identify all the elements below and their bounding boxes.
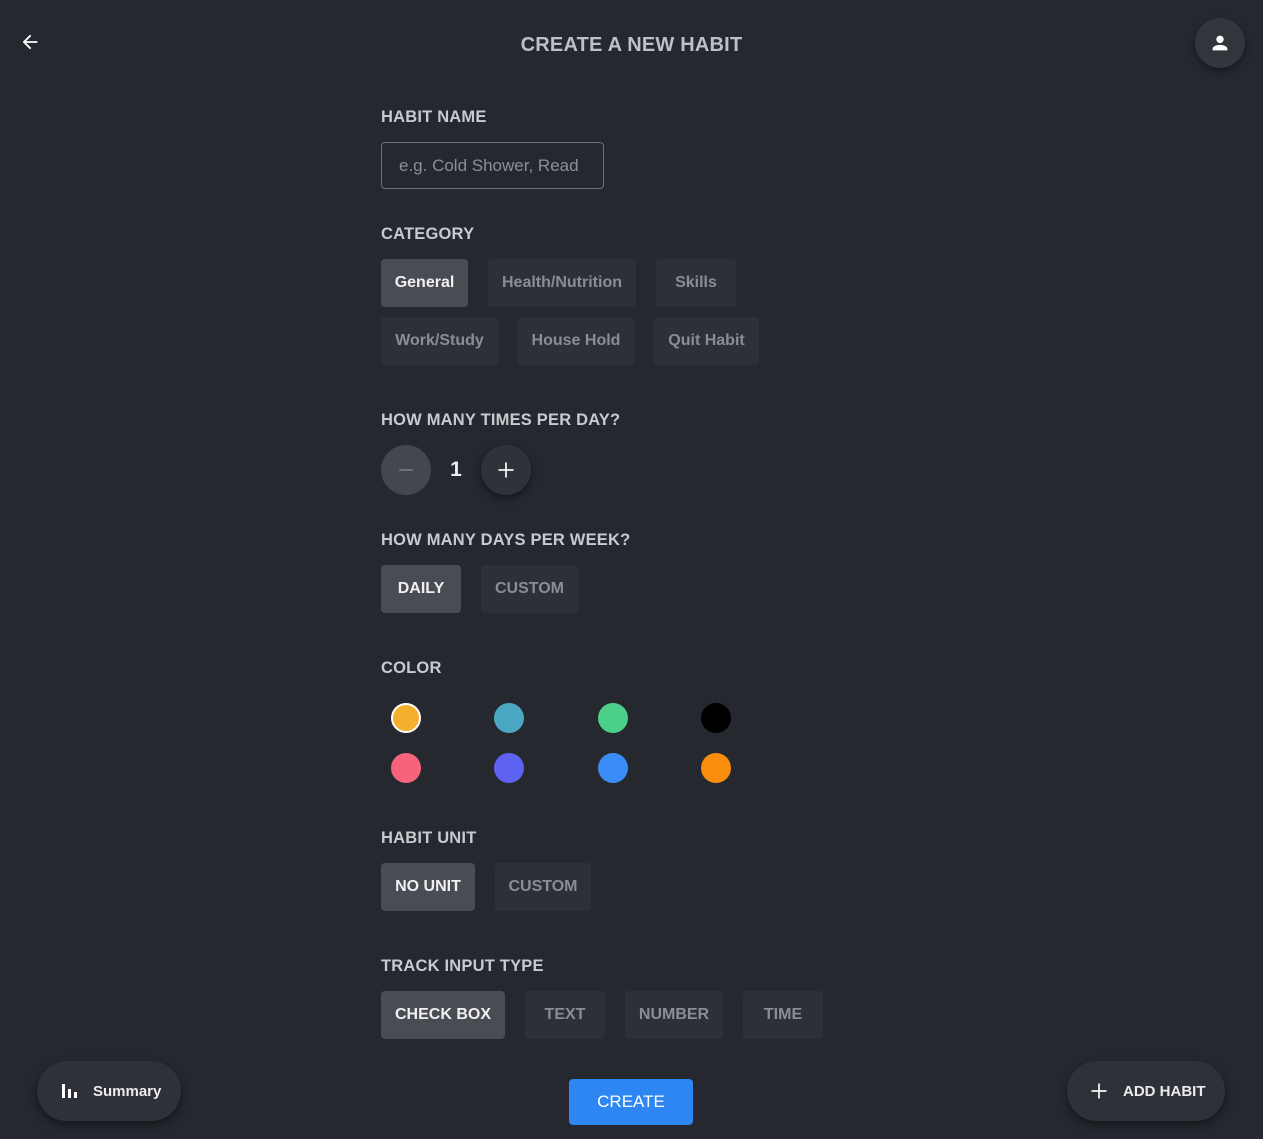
input-type-chip-time[interactable]: TIME <box>743 991 823 1039</box>
category-chip-skills[interactable]: Skills <box>656 259 736 307</box>
color-swatch[interactable] <box>494 753 524 783</box>
color-swatch[interactable] <box>598 753 628 783</box>
category-chip-general[interactable]: General <box>381 259 468 307</box>
input-type-chip-check-box[interactable]: CHECK BOX <box>381 991 505 1039</box>
plus-icon <box>1089 1081 1109 1101</box>
account-button[interactable] <box>1195 18 1245 68</box>
category-chip-quit-habit[interactable]: Quit Habit <box>654 317 759 365</box>
decrement-button[interactable] <box>381 445 431 495</box>
page-title: CREATE A NEW HABIT <box>520 34 743 56</box>
habit-name-label: HABIT NAME <box>381 108 487 126</box>
color-swatch[interactable] <box>391 753 421 783</box>
unit-chip-no-unit[interactable]: NO UNIT <box>381 863 475 911</box>
times-per-day-value: 1 <box>450 458 462 481</box>
increment-button[interactable] <box>481 445 531 495</box>
days-per-week-label: HOW MANY DAYS PER WEEK? <box>381 531 631 549</box>
create-button[interactable]: CREATE <box>569 1079 693 1125</box>
input-type-chip-text[interactable]: TEXT <box>525 991 605 1039</box>
bar-chart-icon <box>61 1082 79 1100</box>
add-habit-button[interactable]: ADD HABIT <box>1067 1061 1225 1121</box>
add-habit-label: ADD HABIT <box>1123 1082 1206 1100</box>
unit-chip-custom[interactable]: CUSTOM <box>495 863 591 911</box>
summary-button[interactable]: Summary <box>37 1061 181 1121</box>
days-chip-custom[interactable]: CUSTOM <box>481 565 578 613</box>
category-chip-work-study[interactable]: Work/Study <box>381 317 498 365</box>
summary-label: Summary <box>93 1082 162 1100</box>
habit-name-input[interactable] <box>381 142 604 189</box>
days-chip-daily[interactable]: DAILY <box>381 565 461 613</box>
minus-icon <box>399 469 413 471</box>
color-swatch[interactable] <box>701 753 731 783</box>
input-type-chip-number[interactable]: NUMBER <box>625 991 723 1039</box>
plus-icon <box>498 462 514 478</box>
color-label: COLOR <box>381 659 442 677</box>
track-input-type-label: TRACK INPUT TYPE <box>381 957 544 975</box>
color-swatch[interactable] <box>598 703 628 733</box>
category-chip-house-hold[interactable]: House Hold <box>518 317 634 365</box>
color-swatch[interactable] <box>494 703 524 733</box>
category-chip-health-nutrition[interactable]: Health/Nutrition <box>488 259 636 307</box>
category-label: CATEGORY <box>381 225 475 243</box>
color-swatch[interactable] <box>391 703 421 733</box>
color-swatch[interactable] <box>701 703 731 733</box>
times-per-day-label: HOW MANY TIMES PER DAY? <box>381 411 621 429</box>
habit-unit-label: HABIT UNIT <box>381 829 477 847</box>
person-icon <box>1212 35 1228 51</box>
